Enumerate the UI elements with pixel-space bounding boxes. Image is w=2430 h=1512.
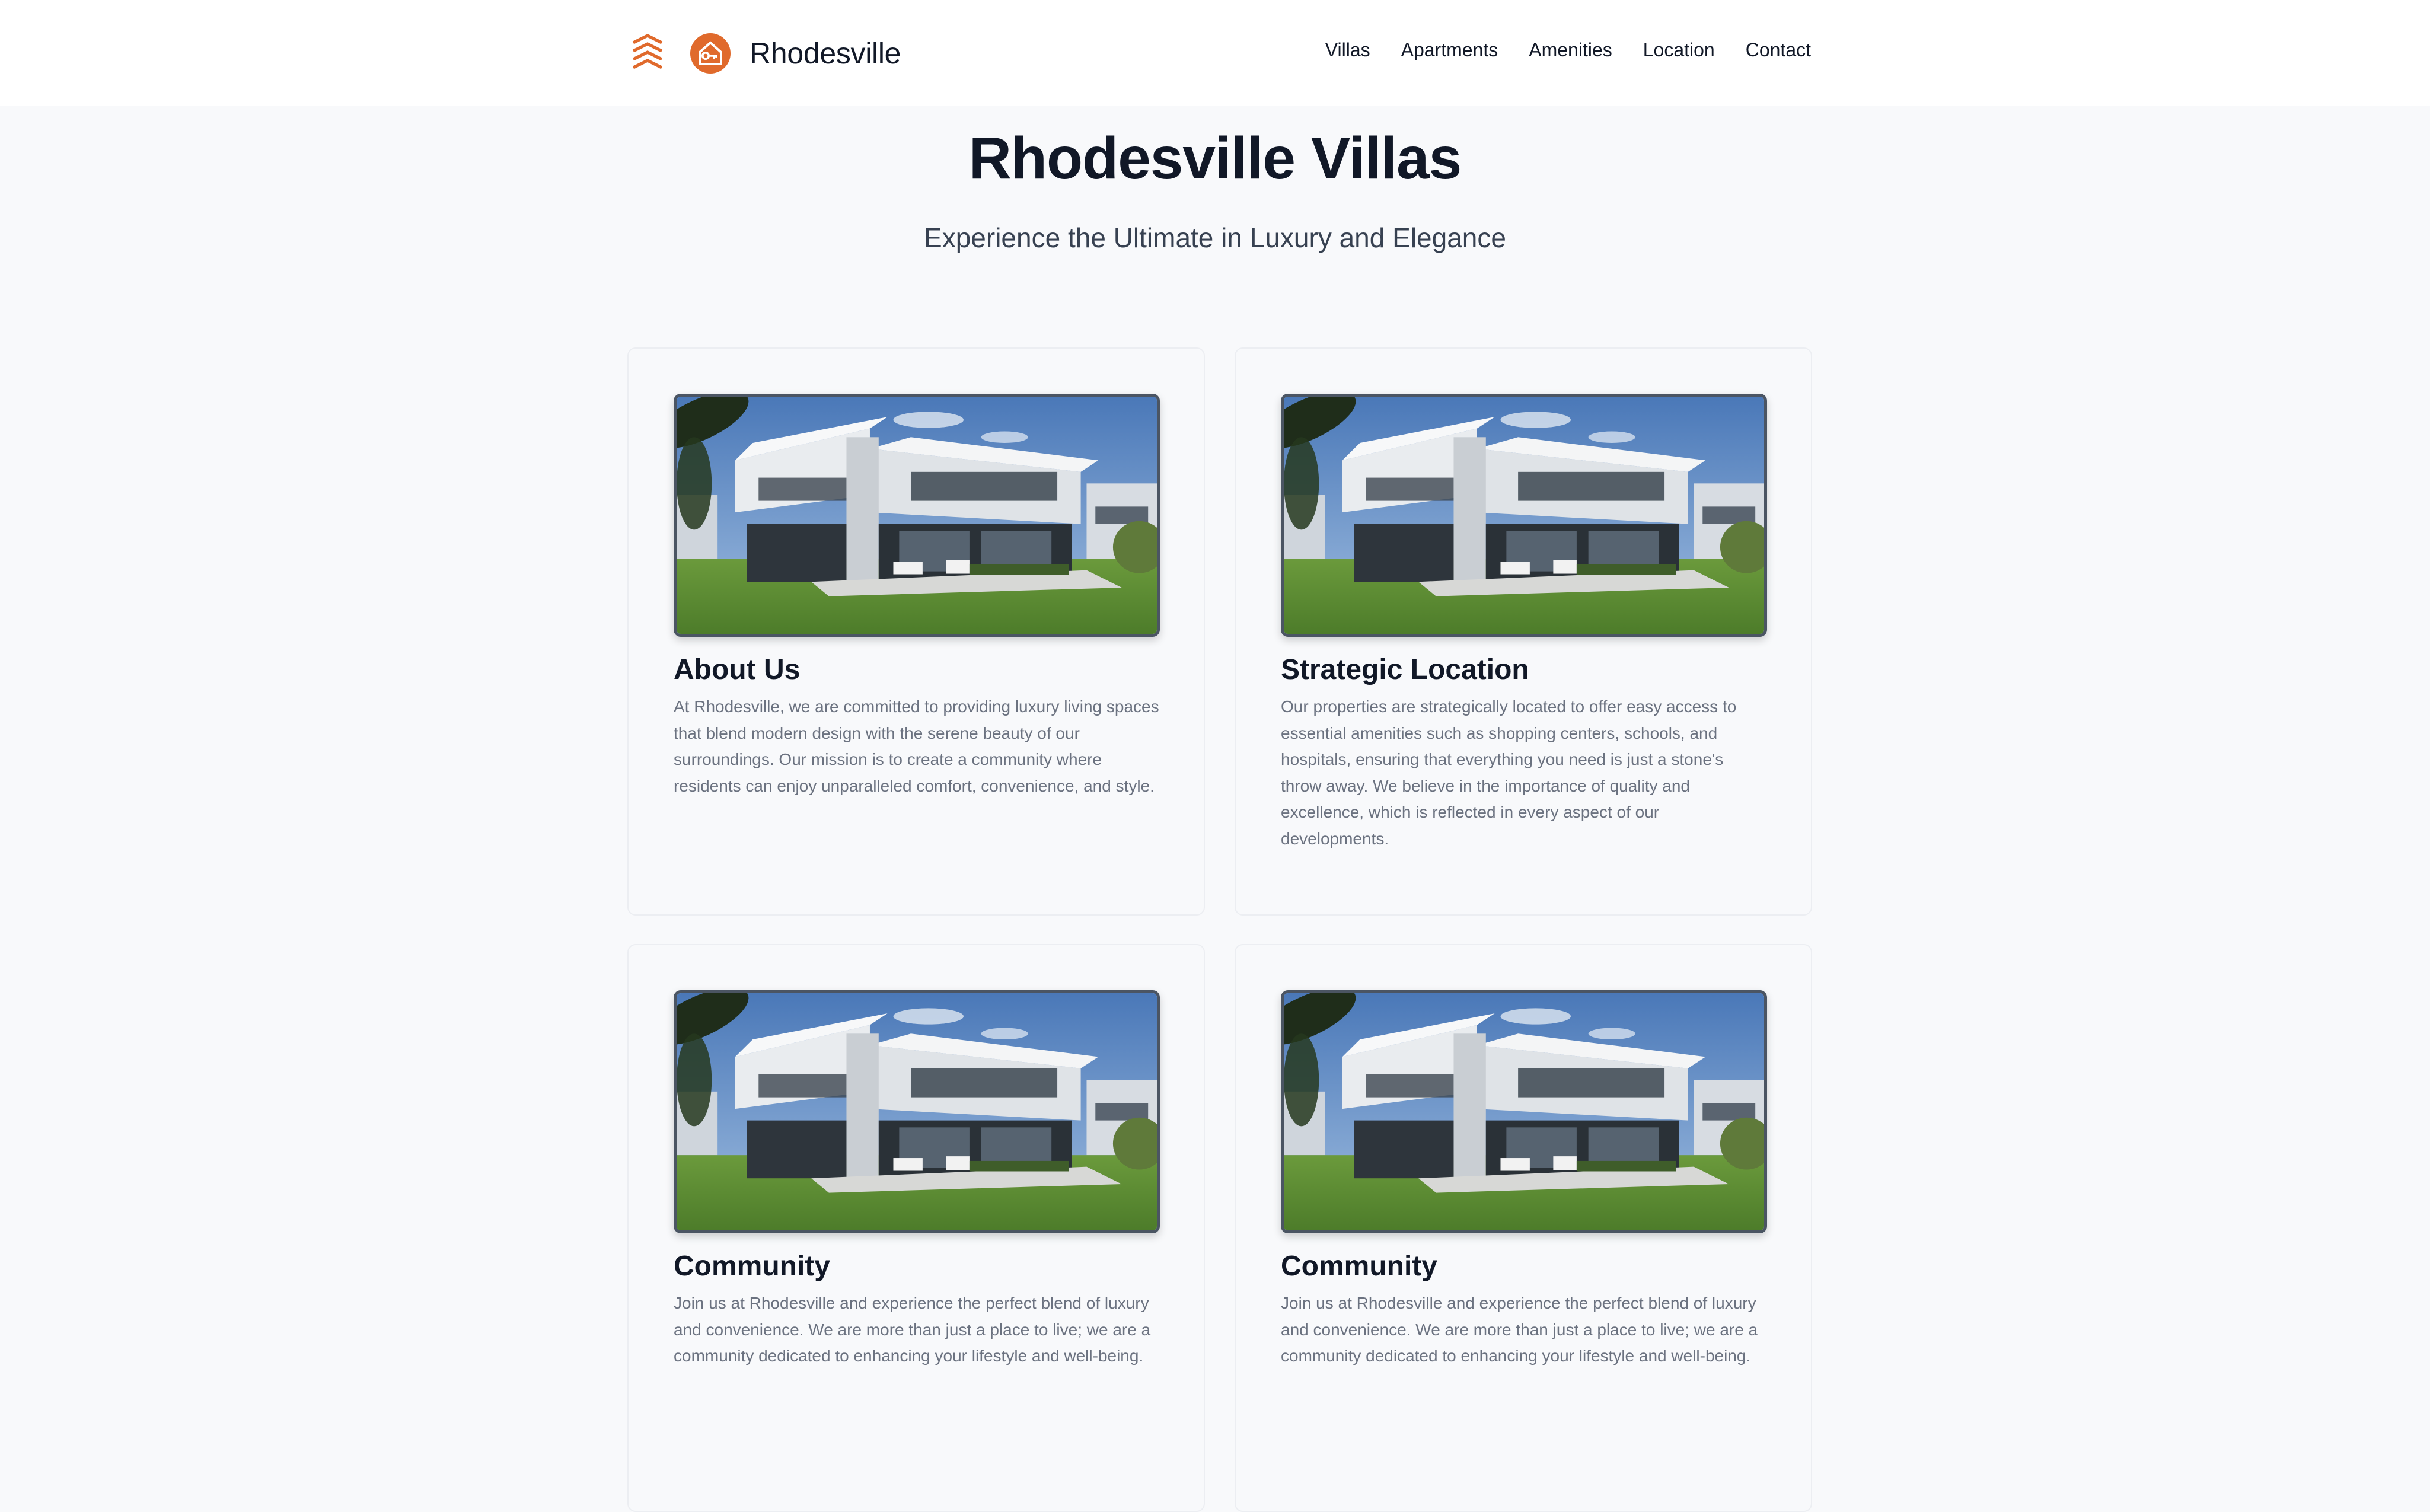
card-body: Our properties are strategically located… — [1281, 697, 1737, 848]
page-title: Rhodesville Villas — [968, 125, 1462, 192]
villa-photo — [674, 394, 1160, 637]
card-community: Community Join us at Rhodesville and exp… — [627, 944, 1205, 1512]
card-about-us: About Us At Rhodesville, we are committe… — [627, 347, 1205, 916]
brand-name: Rhodesville — [750, 37, 901, 70]
brand[interactable]: Rhodesville — [631, 28, 901, 78]
card-strategic-location: Strategic Location Our properties are st… — [1235, 347, 1812, 916]
nav-link-location[interactable]: Location — [1643, 39, 1715, 61]
villa-photo — [1281, 394, 1767, 637]
nav-link-contact[interactable]: Contact — [1746, 39, 1811, 61]
card-body: At Rhodesville, we are committed to prov… — [674, 697, 1159, 795]
card-title: Community — [1281, 1251, 1437, 1282]
card-community: Community Join us at Rhodesville and exp… — [1235, 944, 1812, 1512]
main-nav: Villas Apartments Amenities Location Con… — [1325, 39, 1811, 61]
card-title: About Us — [674, 654, 801, 685]
villa-photo — [674, 990, 1160, 1233]
card-title: Community — [674, 1251, 830, 1282]
nav-link-apartments[interactable]: Apartments — [1401, 39, 1498, 61]
card-body: Join us at Rhodesville and experience th… — [674, 1294, 1151, 1365]
house-key-badge-icon — [690, 33, 731, 74]
nav-link-villas[interactable]: Villas — [1325, 39, 1370, 61]
stacked-chevrons-icon — [632, 34, 663, 69]
site-header: Rhodesville Villas Apartments Amenities … — [0, 0, 2430, 106]
nav-link-amenities[interactable]: Amenities — [1529, 39, 1612, 61]
card-body: Join us at Rhodesville and experience th… — [1281, 1294, 1758, 1365]
page-subtitle: Experience the Ultimate in Luxury and El… — [924, 222, 1506, 253]
card-title: Strategic Location — [1281, 654, 1529, 685]
villa-photo — [1281, 990, 1767, 1233]
